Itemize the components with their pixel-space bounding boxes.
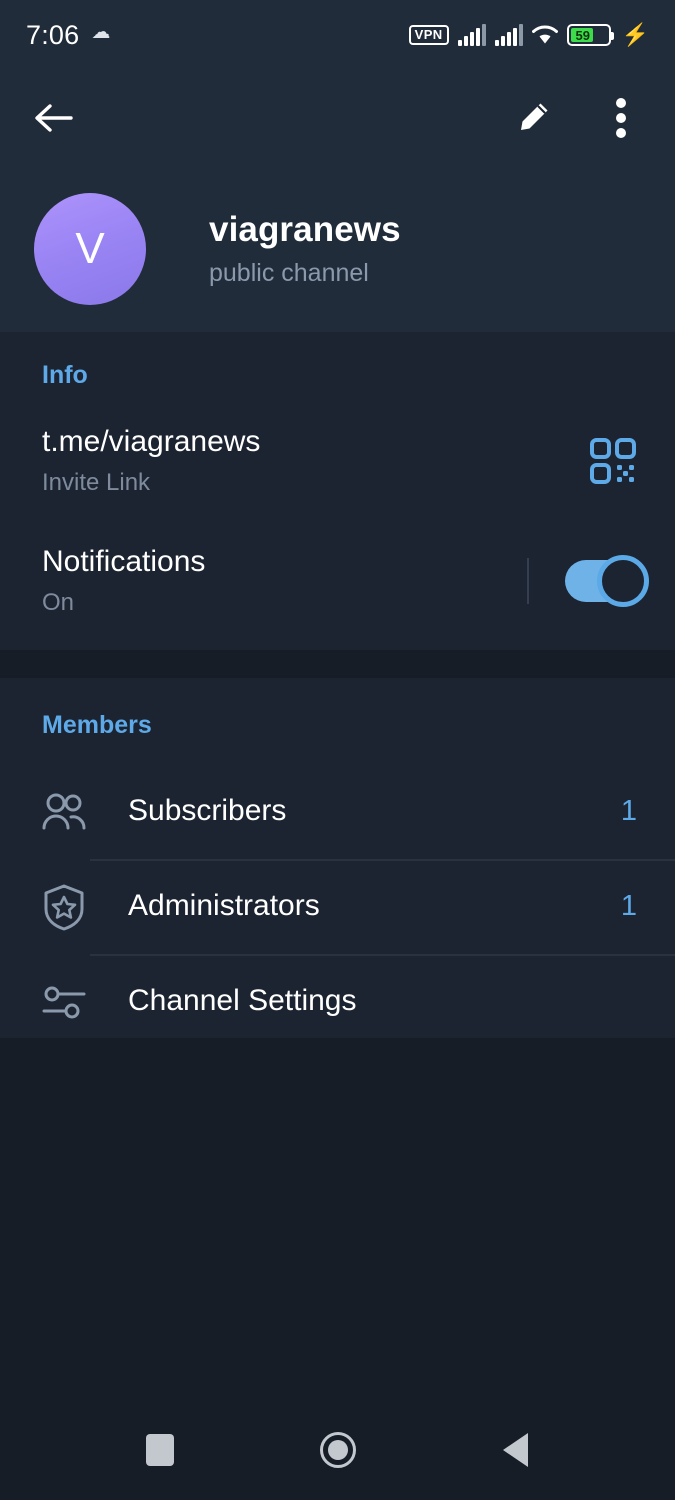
notifications-control (527, 555, 649, 607)
square-icon (145, 1434, 174, 1466)
administrators-count: 1 (620, 889, 637, 922)
status-bar-left: 7:06 ☁ (26, 20, 110, 51)
toolbar-actions (507, 92, 647, 144)
back-button[interactable] (484, 1418, 548, 1482)
notifications-state: On (42, 589, 75, 617)
status-bar: 7:06 ☁ VPN 59 ⚡ (0, 0, 675, 70)
channel-profile-header: V viagranews public channel (0, 166, 675, 332)
notifications-row[interactable]: Notifications On (0, 538, 675, 624)
info-section: Info t.me/viagranews Invite Link Notific… (0, 332, 675, 650)
circle-icon (319, 1432, 356, 1468)
administrators-label: Administrators (128, 889, 320, 923)
notifications-title: Notifications (42, 544, 206, 578)
avatar[interactable]: V (34, 193, 146, 305)
channel-settings-label: Channel Settings (128, 984, 357, 1018)
profile-text-block: viagranews public channel (209, 210, 401, 288)
notifications-text: Notifications On (42, 545, 205, 617)
avatar-letter: V (75, 224, 105, 273)
tune-sliders-icon (38, 976, 90, 1028)
page-title: viagranews (209, 210, 401, 249)
signal-icon (494, 24, 523, 46)
people-icon (38, 786, 90, 838)
channel-settings-row[interactable]: Channel Settings (0, 954, 675, 1049)
invite-link-value: t.me/viagranews (42, 424, 261, 458)
status-bar-right: VPN 59 ⚡ (408, 22, 649, 47)
members-list: Subscribers 1 Administrators 1 Channel S… (0, 764, 675, 1049)
back-arrow-icon[interactable] (28, 92, 80, 144)
charging-bolt-icon: ⚡ (621, 22, 649, 47)
toggle-knob (597, 555, 649, 607)
channel-type-label: public channel (209, 259, 369, 288)
invite-link-label: Invite Link (42, 469, 151, 497)
signal-icon (457, 24, 486, 46)
pencil-icon[interactable] (507, 92, 559, 144)
battery-percent-label: 59 (575, 27, 590, 43)
invite-link-text: t.me/viagranews Invite Link (42, 425, 260, 497)
administrators-row[interactable]: Administrators 1 (0, 859, 675, 954)
vpn-badge: VPN (408, 25, 449, 45)
invite-link-row[interactable]: t.me/viagranews Invite Link (0, 418, 675, 504)
battery-fill: 59 (570, 27, 593, 43)
app-toolbar (0, 70, 675, 166)
members-section-title: Members (42, 711, 152, 739)
status-bar-clock: 7:06 (26, 19, 80, 50)
triangle-left-icon (503, 1433, 528, 1467)
weather-icon: ☁ (91, 21, 111, 43)
info-section-title: Info (42, 361, 88, 389)
battery-icon: 59 (566, 24, 614, 46)
recents-button[interactable] (128, 1418, 192, 1482)
subscribers-row[interactable]: Subscribers 1 (0, 764, 675, 859)
vertical-divider (527, 558, 529, 604)
subscribers-label: Subscribers (128, 794, 287, 828)
home-button[interactable] (306, 1418, 370, 1482)
phone-screen: 7:06 ☁ VPN 59 ⚡ V viagranews public chan… (0, 0, 675, 1500)
wifi-icon (531, 24, 558, 46)
members-section: Members Subscribers 1 Administrators 1 C… (0, 678, 675, 1038)
subscribers-count: 1 (620, 794, 637, 827)
qr-code-icon[interactable] (589, 437, 637, 485)
notifications-toggle[interactable] (565, 555, 649, 607)
overflow-menu-icon[interactable] (595, 92, 647, 144)
android-nav-bar (0, 1400, 675, 1500)
shield-star-icon (38, 881, 90, 933)
